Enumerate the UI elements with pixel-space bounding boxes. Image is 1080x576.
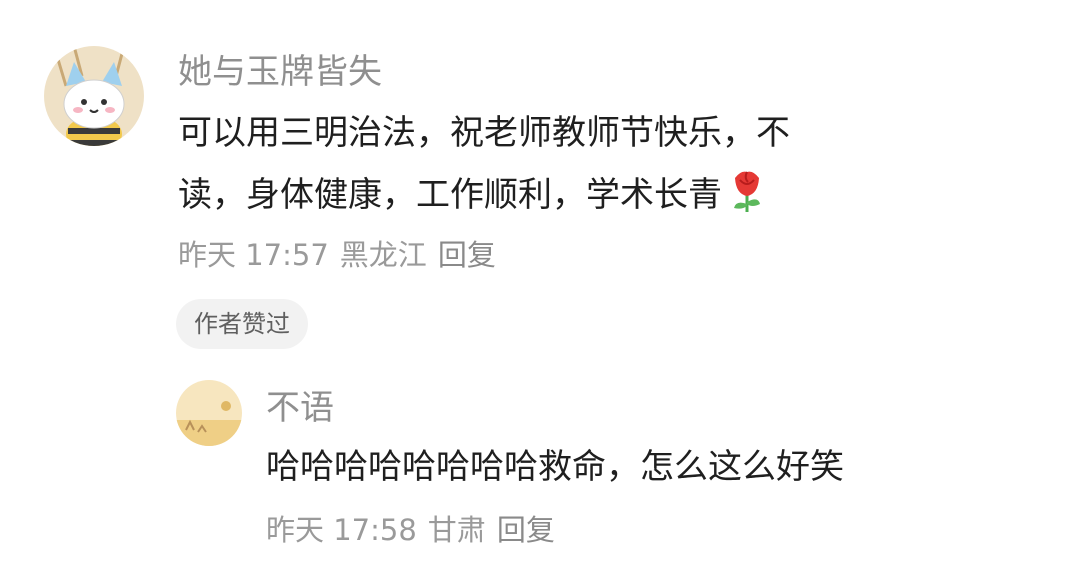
comment-text-line-2-wrap: 读，身体健康，工作顺利，学术长青 [178, 166, 768, 230]
reply-text: 哈哈哈哈哈哈哈哈救命，怎么这么好笑 [266, 447, 844, 487]
reply-reply-button[interactable]: 回复 [497, 513, 555, 547]
rose-icon [726, 166, 768, 230]
comment-meta: 昨天 17:57 黑龙江 回复 [178, 237, 507, 273]
avatar[interactable] [44, 46, 144, 146]
comment-username[interactable]: 她与玉牌皆失 [178, 52, 382, 92]
reply-avatar[interactable] [176, 380, 242, 446]
comment-location: 黑龙江 [339, 238, 427, 272]
reply-time: 昨天 17:58 [266, 513, 417, 547]
author-liked-badge: 作者赞过 [176, 299, 308, 349]
comment-time: 昨天 17:57 [178, 238, 329, 272]
reply-username[interactable]: 不语 [266, 388, 334, 428]
comment-text-line-1: 可以用三明治法，祝老师教师节快乐，不 [178, 113, 790, 153]
reply-meta: 昨天 17:58 甘肃 回复 [266, 512, 566, 548]
comment-text-line-2: 读，身体健康，工作顺利，学术长青 [178, 175, 722, 215]
reply-location: 甘肃 [427, 513, 486, 547]
reply-button[interactable]: 回复 [438, 238, 496, 272]
